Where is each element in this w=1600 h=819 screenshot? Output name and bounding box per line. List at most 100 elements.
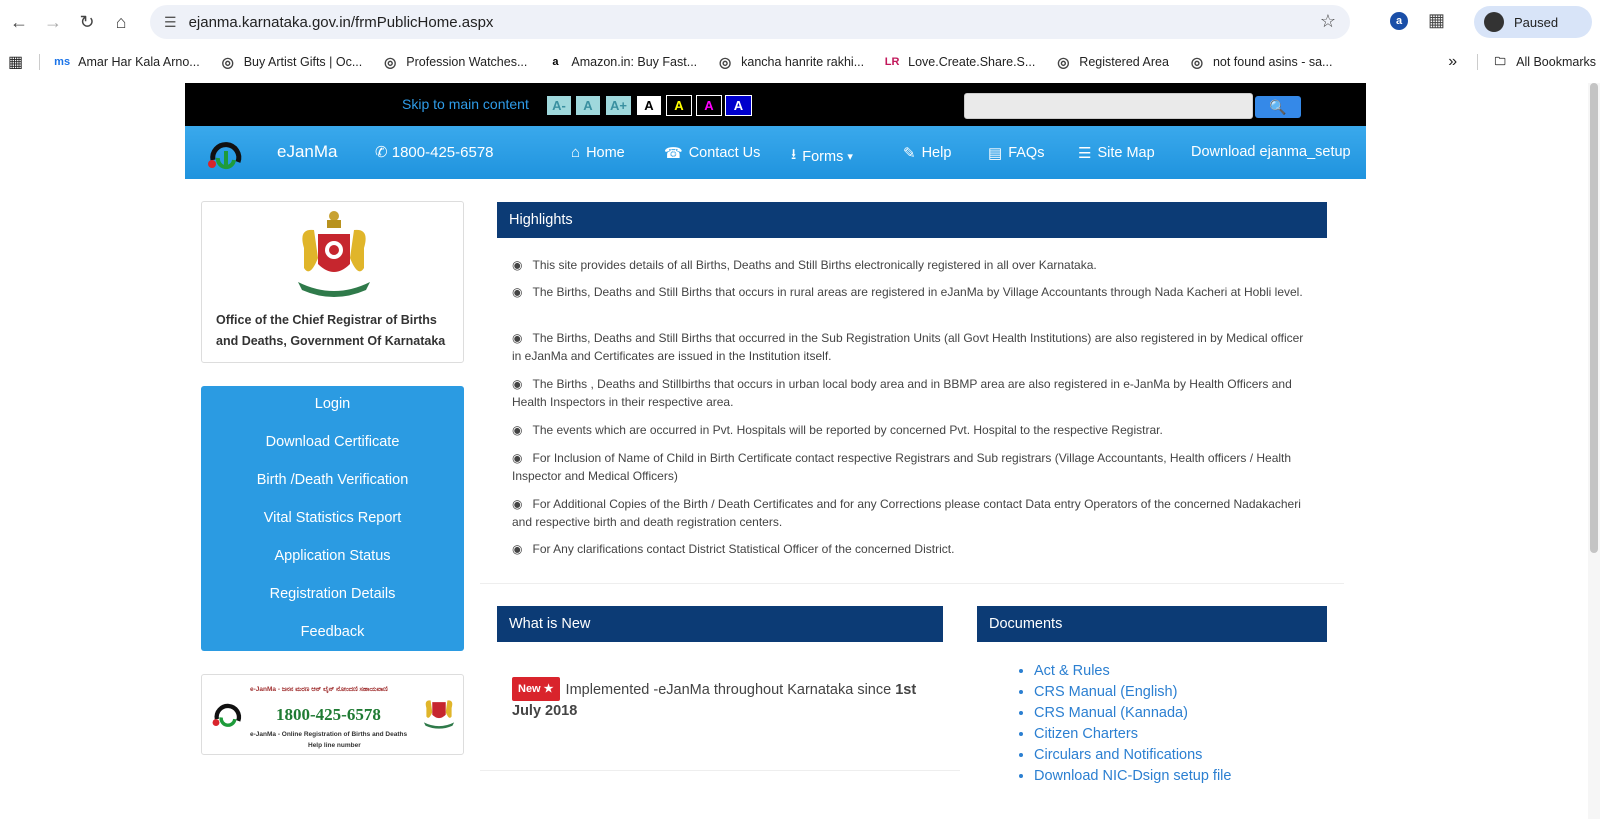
globe-icon: ◎	[719, 53, 732, 70]
quick-link[interactable]: Application Status	[201, 548, 464, 564]
all-bookmarks-folder[interactable]: 🗀 All Bookmarks	[1492, 54, 1596, 70]
documents-list: Act & Rules CRS Manual (English) CRS Manua…	[1016, 661, 1336, 787]
document-link-label: CRS Manual (Kannada)	[1034, 705, 1188, 721]
bookmark-item[interactable]: ◎ kancha hanrite rakhi...	[717, 54, 864, 70]
nav-item[interactable]: ⭳ Forms ▾	[791, 144, 853, 169]
search-icon: 🔍	[1269, 98, 1287, 115]
bookmark-label: Amar Har Kala Arno...	[78, 55, 200, 69]
nav-item[interactable]: ✎ Help	[903, 144, 951, 162]
documents-header: Documents	[977, 606, 1327, 642]
highlight-text: The Births , Deaths and Stillbirths that…	[512, 377, 1292, 409]
nav-item[interactable]: ▤ FAQs	[988, 144, 1044, 162]
nav-item[interactable]: ⌂ Home	[571, 144, 625, 161]
site-search-input[interactable]	[964, 93, 1253, 119]
document-link[interactable]: Circulars and Notifications	[1034, 745, 1336, 766]
extensions-puzzle-icon[interactable]: ▦	[1428, 10, 1445, 31]
whats-new-header: What is New	[497, 606, 943, 642]
accessibility-bar: Skip to main content A- A A+ A A A A 🔍	[185, 83, 1366, 126]
helpline-label: Help line number	[308, 742, 361, 749]
document-link[interactable]: Citizen Charters	[1034, 724, 1336, 745]
highlights-header: Highlights	[497, 202, 1327, 238]
highlight-item: ◉ For Additional Copies of the Birth / De…	[512, 495, 1312, 531]
office-name: Office of the Chief Registrar of Births …	[216, 313, 446, 348]
bookmark-item[interactable]: ms Amar Har Kala Arno...	[54, 54, 200, 70]
document-link[interactable]: Act & Rules	[1034, 661, 1336, 682]
download-icon: ⭳	[791, 146, 797, 163]
home-icon[interactable]: ⌂	[106, 7, 136, 37]
highlight-item: ◉ This site provides details of all Birth…	[512, 256, 1312, 274]
font-size-button[interactable]: A	[696, 95, 722, 116]
scrollbar-thumb[interactable]	[1590, 83, 1598, 553]
quick-link[interactable]: Vital Statistics Report	[201, 510, 464, 526]
profile-button[interactable]: Paused	[1474, 6, 1592, 38]
nav-item-label: Site Map	[1097, 145, 1155, 161]
nav-item-label: Contact Us	[688, 145, 761, 161]
news-item[interactable]: New ★ Implemented -eJanMa throughout Karn…	[512, 677, 932, 721]
site-brand[interactable]: eJanMa	[277, 142, 337, 162]
page-scrollbar[interactable]	[1588, 83, 1600, 819]
bookmark-star-icon[interactable]: ☆	[1320, 11, 1336, 32]
ejanma-logo[interactable]	[205, 136, 247, 172]
font-size-button[interactable]: A	[636, 95, 662, 116]
extension-icon[interactable]: a	[1390, 12, 1408, 30]
back-icon[interactable]: ←	[4, 7, 34, 37]
site-info-icon[interactable]: ☰	[164, 14, 177, 31]
bookmarks-separator	[39, 54, 41, 70]
highlight-text: For Any clarifications contact District …	[532, 542, 955, 556]
phone-icon: ☎	[664, 145, 683, 162]
helpline-kannada-text: e-JanMa - ಜನನ ಮರಣ ಆನ್ ಲೈನ್ ನೋಂದಣಿ ಸಹಾಯವಾ…	[250, 686, 388, 693]
nav-item[interactable]: ☰ Site Map	[1078, 144, 1155, 162]
book-icon: ▤	[988, 145, 1003, 162]
bookmark-label: Profession Watches...	[406, 55, 528, 69]
helpline-number: 1800-425-6578	[276, 705, 381, 724]
address-bar[interactable]: ☰ ejanma.karnataka.gov.in/frmPublicHome.…	[150, 5, 1350, 39]
bookmark-item[interactable]: ◎ not found asins - sa...	[1189, 54, 1333, 70]
bookmark-item[interactable]: a Amazon.in: Buy Fast...	[547, 54, 697, 70]
karnataka-emblem	[298, 211, 370, 297]
font-size-button[interactable]: A	[666, 95, 692, 116]
document-link[interactable]: CRS Manual (Kannada)	[1034, 703, 1336, 724]
bookmark-item[interactable]: ◎ Buy Artist Gifts | Oc...	[220, 54, 363, 70]
nav-item-label: Forms	[802, 148, 844, 165]
phone-icon: ✆	[375, 144, 388, 161]
profile-status: Paused	[1514, 14, 1559, 30]
eye-icon: ◉	[512, 285, 523, 299]
apps-grid-icon[interactable]: ▦	[8, 52, 23, 72]
bookmark-item[interactable]: ◎ Registered Area	[1055, 54, 1169, 70]
skip-to-main-link[interactable]: Skip to main content	[402, 96, 529, 112]
highlight-text: The Births, Deaths and Still Births that…	[532, 285, 1303, 299]
bookmark-item[interactable]: ◎ Profession Watches...	[382, 54, 527, 70]
font-size-button[interactable]: A-	[546, 95, 572, 116]
font-size-button[interactable]: A+	[605, 95, 632, 116]
folder-icon: 🗀	[1494, 55, 1506, 68]
quick-link[interactable]: Feedback	[201, 624, 464, 640]
more-bookmarks-icon[interactable]: »	[1448, 53, 1457, 71]
highlight-item: ◉ The events which are occurred in Pvt. H…	[512, 421, 1312, 439]
document-link[interactable]: Download NIC-Dsign setup file	[1034, 766, 1336, 787]
document-link[interactable]: CRS Manual (English)	[1034, 682, 1336, 703]
nav-item[interactable]: ☎ Contact Us	[664, 144, 760, 162]
globe-icon: ◎	[384, 53, 397, 70]
font-size-button[interactable]: A	[575, 95, 601, 116]
bookmarks-bar: ▦ ms Amar Har Kala Arno... ◎ Buy Artist Gif…	[0, 48, 1600, 76]
nav-item-label: FAQs	[1008, 145, 1045, 161]
highlight-text: For Inclusion of Name of Child in Birth …	[512, 451, 1292, 483]
bookmark-item[interactable]: LR Love.Create.Share.S...	[884, 54, 1036, 70]
quick-link[interactable]: Login	[201, 396, 464, 412]
avatar	[1484, 12, 1504, 32]
search-button[interactable]: 🔍	[1255, 96, 1301, 118]
eye-icon: ◉	[512, 377, 523, 391]
globe-icon: ◎	[1190, 53, 1204, 70]
forward-icon[interactable]: →	[38, 7, 68, 37]
quick-link[interactable]: Download Certificate	[201, 434, 464, 450]
nav-item[interactable]: Download ejanma_setup	[1191, 144, 1351, 160]
list-icon: ☰	[1078, 145, 1092, 162]
url-text[interactable]: ejanma.karnataka.gov.in/frmPublicHome.as…	[189, 14, 494, 31]
reload-icon[interactable]: ↻	[72, 7, 102, 37]
bookmark-label: Amazon.in: Buy Fast...	[571, 55, 698, 69]
highlight-text: This site provides details of all Births…	[532, 258, 1097, 272]
highlights-title: Highlights	[509, 212, 573, 228]
quick-link[interactable]: Registration Details	[201, 586, 464, 602]
font-size-button[interactable]: A	[725, 95, 752, 116]
quick-link[interactable]: Birth /Death Verification	[201, 472, 464, 488]
